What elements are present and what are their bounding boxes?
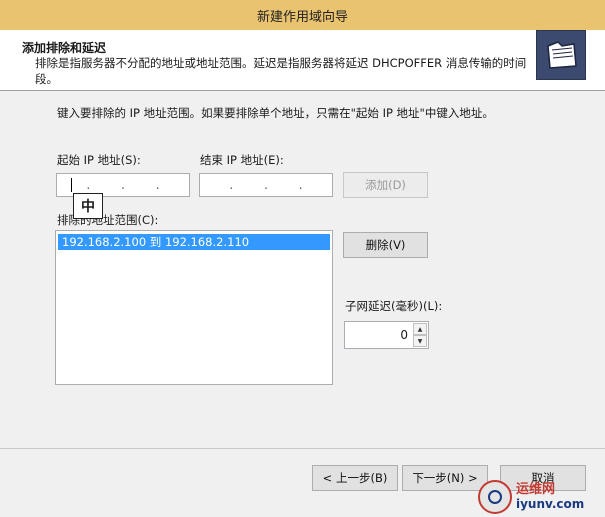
list-item[interactable]: 192.168.2.100 到 192.168.2.110 xyxy=(58,234,330,250)
text-caret xyxy=(71,178,72,192)
excluded-range-list[interactable]: 192.168.2.100 到 192.168.2.110 xyxy=(55,230,333,385)
watermark-logo-icon xyxy=(478,480,512,514)
ip-dot: . xyxy=(298,178,303,192)
back-button[interactable]: < 上一步(B) xyxy=(312,465,398,491)
instruction-text: 键入要排除的 IP 地址范围。如果要排除单个地址，只需在"起始 IP 地址"中键… xyxy=(57,106,494,120)
wizard-header: 添加排除和延迟 排除是指服务器不分配的地址或地址范围。延迟是指服务器将延迟 DH… xyxy=(0,30,605,91)
subnet-delay-label: 子网延迟(毫秒)(L): xyxy=(345,299,443,313)
header-description: 排除是指服务器不分配的地址或地址范围。延迟是指服务器将延迟 DHCPOFFER … xyxy=(35,56,527,86)
subnet-delay-stepper[interactable]: 0 ▲ ▼ xyxy=(344,321,429,349)
spin-up-icon[interactable]: ▲ xyxy=(413,323,427,335)
watermark-line2: iyunv.com xyxy=(516,497,585,511)
end-ip-input[interactable]: . . . xyxy=(199,173,333,197)
window-title: 新建作用域向导 xyxy=(256,9,348,25)
ip-dot: . xyxy=(86,178,91,192)
wizard-folder-icon xyxy=(536,30,586,80)
watermark-line1: 运维网 xyxy=(516,482,556,497)
ime-mode-indicator: 中 xyxy=(73,193,103,219)
header-title: 添加排除和延迟 xyxy=(22,41,107,55)
subnet-delay-value: 0 xyxy=(400,328,408,342)
ip-dot: . xyxy=(264,178,268,192)
end-ip-label: 结束 IP 地址(E): xyxy=(200,153,284,167)
ip-dot: . xyxy=(155,178,160,192)
add-button[interactable]: 添加(D) xyxy=(343,172,428,198)
start-ip-label: 起始 IP 地址(S): xyxy=(57,153,141,167)
site-watermark: 运维网 iyunv.com xyxy=(478,478,603,516)
next-button[interactable]: 下一步(N) > xyxy=(402,465,488,491)
window-title-bar[interactable]: 新建作用域向导 xyxy=(0,0,605,30)
remove-button[interactable]: 删除(V) xyxy=(343,232,428,258)
footer-divider xyxy=(0,448,605,449)
ip-dot: . xyxy=(229,178,234,192)
ip-dot: . xyxy=(121,178,125,192)
spin-down-icon[interactable]: ▼ xyxy=(413,335,427,347)
